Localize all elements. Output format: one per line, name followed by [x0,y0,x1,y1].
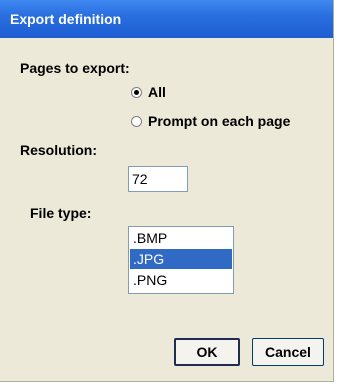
radio-prompt-each-page[interactable]: Prompt on each page [131,113,290,129]
radio-all-indicator[interactable] [131,86,142,98]
file-type-option-bmp[interactable]: .BMP [130,228,232,248]
file-type-label: File type: [30,205,92,221]
pages-to-export-label: Pages to export: [20,60,130,76]
cancel-button[interactable]: Cancel [252,338,324,366]
resolution-label: Resolution: [20,142,97,158]
radio-prompt-label[interactable]: Prompt on each page [148,113,290,129]
export-dialog: Export definition Pages to export: All P… [0,0,334,382]
resolution-input[interactable] [128,166,188,192]
title-bar[interactable]: Export definition [0,0,333,38]
radio-prompt-indicator[interactable] [131,115,142,127]
radio-all[interactable]: All [131,84,166,100]
dialog-title: Export definition [10,11,122,27]
file-type-listbox[interactable]: .BMP .JPG .PNG [128,226,234,294]
ok-button[interactable]: OK [174,338,240,366]
file-type-option-jpg[interactable]: .JPG [130,249,232,269]
radio-all-label[interactable]: All [148,84,166,100]
file-type-option-png[interactable]: .PNG [130,270,232,290]
